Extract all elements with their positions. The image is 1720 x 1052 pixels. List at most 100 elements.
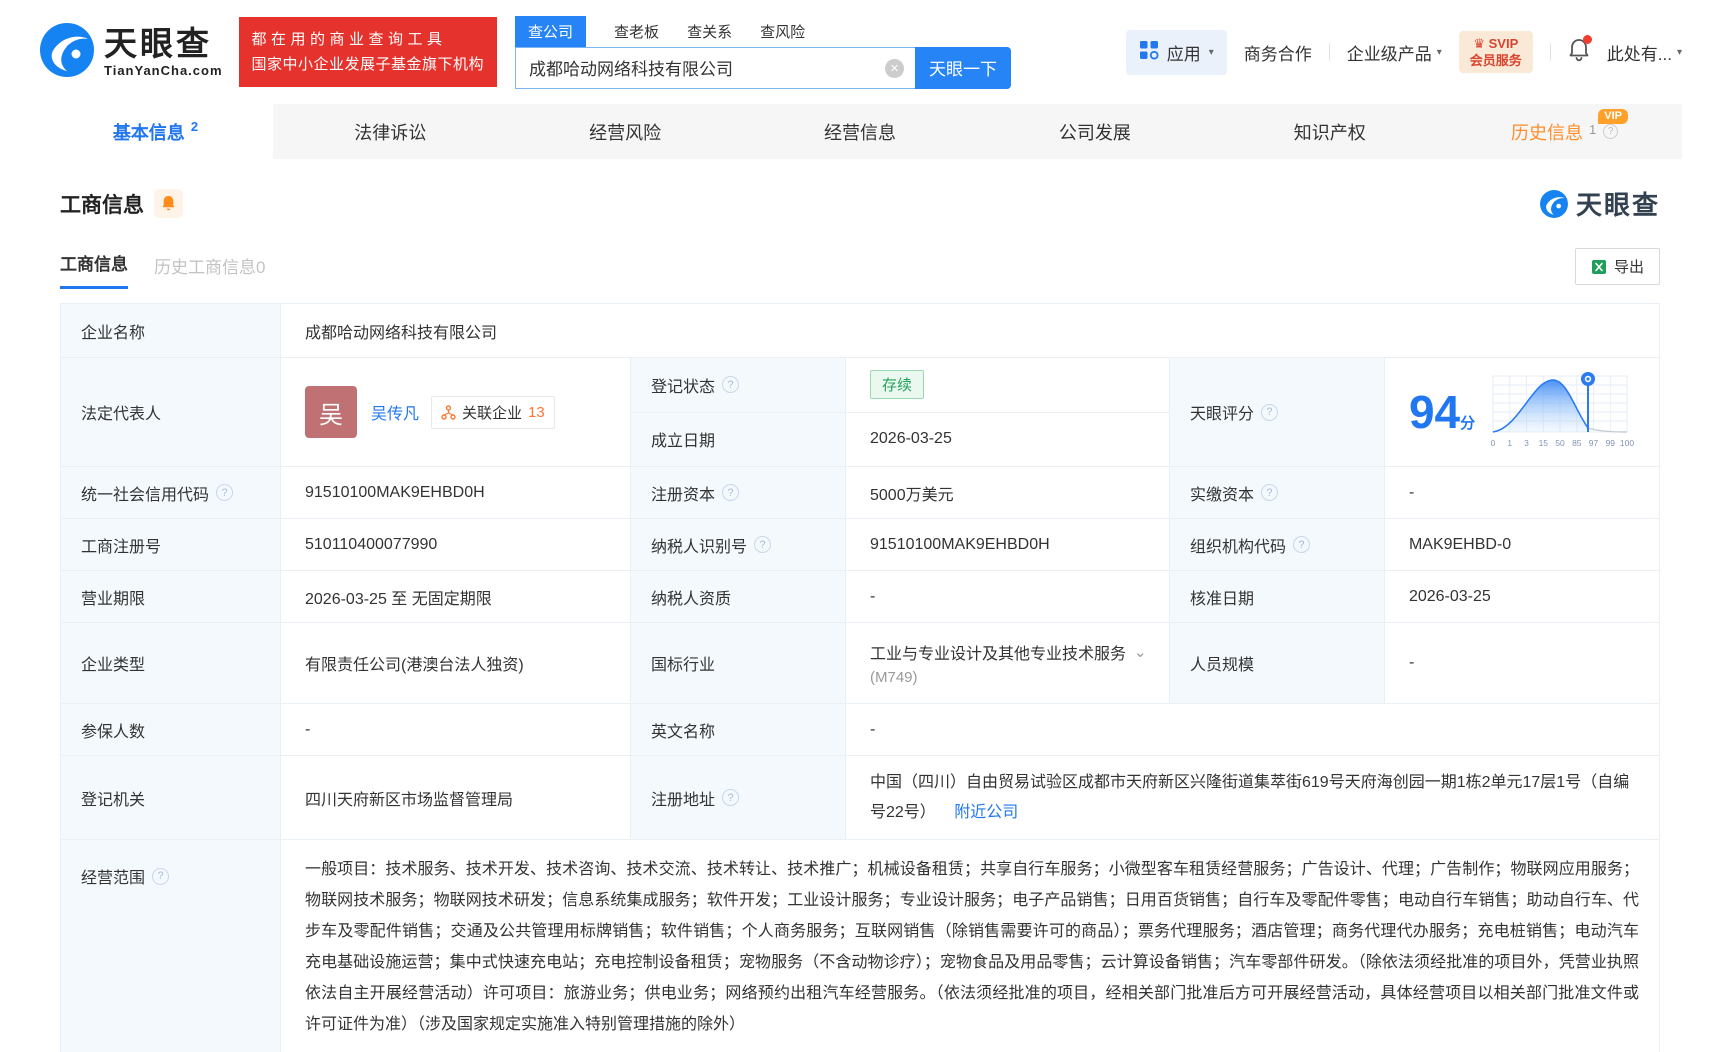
apps-label: 应用: [1166, 44, 1201, 64]
brand-name: 天眼查: [104, 25, 212, 62]
svip-member-button[interactable]: ♛ SVIP 会员服务: [1458, 31, 1533, 73]
industry-code: (M749): [870, 669, 918, 686]
business-info-card: 工商信息 天眼查 工商信息 历史工商信息0 导出 企业名称 成都哈动网络科技有限…: [38, 159, 1682, 1052]
reg-authority-label: 登记机关: [60, 755, 281, 840]
english-name-value: -: [845, 703, 1660, 756]
org-code-label: 组织机构代码: [1189, 538, 1286, 556]
caret-down-icon: ▾: [1676, 46, 1682, 58]
nearby-companies-link[interactable]: 附近公司: [954, 804, 1018, 821]
tab-basic-info-label: 基本信息: [112, 122, 185, 143]
enterprise-products-menu[interactable]: 企业级产品 ▾: [1347, 40, 1442, 65]
help-icon[interactable]: ?: [1260, 403, 1278, 421]
reg-capital-label: 注册资本: [651, 486, 716, 504]
search-tab-company[interactable]: 查公司: [515, 15, 587, 47]
svg-text:99: 99: [1606, 438, 1616, 448]
crown-icon: ♛: [1473, 36, 1485, 51]
help-icon[interactable]: ?: [216, 484, 234, 501]
excel-icon: [1591, 259, 1606, 274]
industry-value: 工业与专业设计及其他专业技术服务: [870, 646, 1127, 663]
help-icon[interactable]: ?: [754, 536, 772, 553]
help-icon[interactable]: ?: [722, 376, 740, 394]
subtab-history-business-info[interactable]: 历史工商信息0: [154, 253, 265, 289]
promo-line1: 都在用的商业查询工具: [251, 31, 447, 48]
reg-authority-value: 四川天府新区市场监督管理局: [280, 755, 631, 840]
divider: [1549, 43, 1551, 61]
tab-intellectual-property-label: 知识产权: [1293, 122, 1366, 143]
tianyancha-logo-icon: [38, 21, 96, 84]
svg-text:50: 50: [1555, 438, 1565, 448]
business-scope-value: 一般项目：技术服务、技术开发、技术咨询、技术交流、技术转让、技术推广；机械设备租…: [280, 839, 1660, 1052]
search-tab-relation[interactable]: 查关系: [687, 16, 732, 47]
tab-operating-info[interactable]: 经营信息: [743, 104, 978, 159]
search-tab-risk[interactable]: 查风险: [760, 16, 805, 47]
business-scope-label: 经营范围: [81, 870, 146, 887]
search-tab-boss[interactable]: 查老板: [614, 16, 659, 47]
table-row: 营业期限 2026-03-25 至 无固定期限 纳税人资质 - 核准日期 202…: [60, 570, 1661, 623]
user-account-menu[interactable]: 此处有... ▾: [1607, 40, 1682, 65]
apps-menu[interactable]: 应用 ▾: [1125, 29, 1227, 75]
insured-count-label: 参保人数: [60, 703, 281, 756]
tab-history-info[interactable]: VIP 历史信息 1 ?: [1447, 104, 1682, 159]
svip-service-label: 会员服务: [1469, 53, 1522, 68]
business-scope-label-cell: 经营范围?: [60, 839, 281, 1052]
svg-text:0: 0: [1491, 438, 1496, 448]
monitor-bell-icon[interactable]: [154, 189, 183, 218]
export-button[interactable]: 导出: [1574, 248, 1660, 285]
tianyancha-logo[interactable]: 天眼查 TianYanCha.com: [38, 21, 223, 84]
table-row: 工商注册号 510110400077990 纳税人识别号? 91510100MA…: [60, 518, 1661, 571]
legal-rep-name-link[interactable]: 吴传凡: [371, 400, 419, 424]
score-distribution-chart: 0 1 3 15 50 85 97 99 100: [1491, 372, 1634, 448]
reg-number-label: 工商注册号: [60, 518, 281, 571]
help-icon[interactable]: ?: [152, 867, 170, 885]
section-title: 工商信息: [60, 193, 144, 217]
help-icon[interactable]: ?: [1260, 484, 1278, 501]
enterprise-products-label: 企业级产品: [1346, 44, 1432, 64]
search-input[interactable]: [515, 46, 916, 89]
table-row: 经营范围? 一般项目：技术服务、技术开发、技术咨询、技术交流、技术转让、技术推广…: [60, 839, 1660, 1052]
paid-capital-label: 实缴资本: [1189, 486, 1254, 504]
paid-capital-value: -: [1383, 466, 1661, 519]
taxpayer-quality-value: -: [845, 570, 1170, 623]
search-area: 查公司 查老板 查关系 查风险 ✕ 天眼一下: [515, 15, 1012, 89]
reg-status-value: 存续: [845, 357, 1170, 413]
industry-label: 国标行业: [630, 622, 846, 704]
table-row: 参保人数 - 英文名称 -: [60, 703, 1660, 756]
caret-down-icon: ▾: [1208, 46, 1214, 58]
related-companies-button[interactable]: 关联企业 13: [431, 395, 555, 429]
reg-status-label: 登记状态: [651, 378, 716, 396]
tab-operating-risk-label: 经营风险: [589, 122, 662, 143]
tab-operating-risk[interactable]: 经营风险: [508, 104, 743, 159]
score-label: 天眼评分: [1189, 406, 1254, 423]
header-right-nav: 应用 ▾ 商务合作 企业级产品 ▾ ♛ SVIP 会员服务 此处有... ▾: [1125, 29, 1682, 75]
approval-date-value: 2026-03-25: [1383, 570, 1661, 623]
help-icon[interactable]: ?: [1292, 536, 1310, 553]
help-icon[interactable]: ?: [722, 484, 740, 501]
search-button[interactable]: 天眼一下: [915, 46, 1012, 89]
business-cooperation-link[interactable]: 商务合作: [1244, 40, 1312, 65]
tab-legal[interactable]: 法律诉讼: [273, 104, 508, 159]
staff-size-label: 人员规模: [1168, 622, 1385, 704]
vip-badge: VIP: [1598, 109, 1629, 124]
notifications-bell-icon[interactable]: [1568, 34, 1592, 67]
establish-date-value: 2026-03-25: [845, 411, 1170, 467]
tab-basic-info[interactable]: 基本信息 2: [38, 104, 273, 159]
caret-down-icon: ▾: [1436, 46, 1442, 58]
tab-basic-info-count: 2: [190, 119, 199, 134]
subtab-business-info[interactable]: 工商信息: [60, 250, 128, 289]
reg-address-cell: 中国（四川）自由贸易试验区成都市天府新区兴隆街道集萃街619号天府海创园一期1栋…: [845, 755, 1660, 840]
top-bar: 天眼查 TianYanCha.com 都在用的商业查询工具 国家中小企业发展子基…: [0, 0, 1720, 104]
apps-grid-icon: [1139, 40, 1159, 65]
tab-history-info-count: 1: [1588, 122, 1597, 137]
clear-search-icon[interactable]: ✕: [885, 58, 905, 78]
svg-text:97: 97: [1589, 438, 1599, 448]
help-icon[interactable]: ?: [722, 789, 740, 806]
help-icon[interactable]: ?: [1603, 124, 1619, 139]
legal-rep-avatar[interactable]: 吴: [305, 386, 357, 438]
tab-company-development[interactable]: 公司发展: [977, 104, 1212, 159]
industry-expander[interactable]: 工业与专业设计及其他专业技术服务 ⌄: [870, 640, 1149, 664]
related-companies-count: 13: [528, 403, 545, 421]
search-tabs: 查公司 查老板 查关系 查风险: [515, 15, 1011, 47]
company-name-label: 企业名称: [60, 303, 281, 358]
tab-intellectual-property[interactable]: 知识产权: [1212, 104, 1447, 159]
approval-date-label: 核准日期: [1168, 570, 1385, 623]
